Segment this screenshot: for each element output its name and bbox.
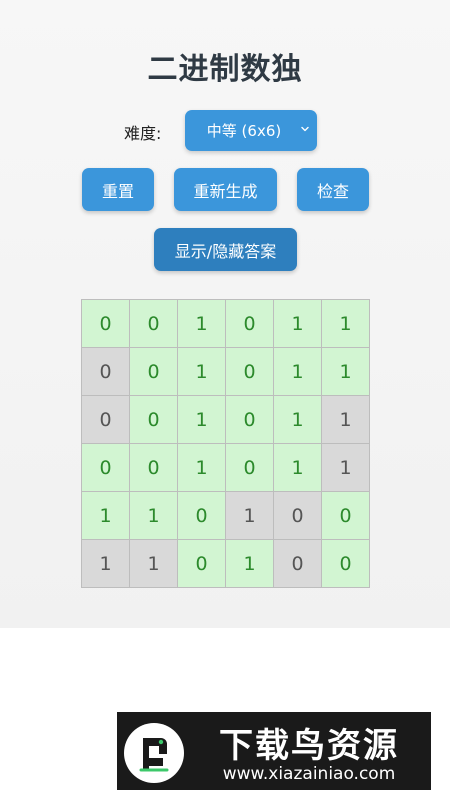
board-cell[interactable]: 1: [178, 444, 226, 492]
board-cell[interactable]: 1: [274, 348, 322, 396]
toggle-answer-button[interactable]: 显示/隐藏答案: [154, 228, 297, 271]
board-cell-fixed: 1: [130, 540, 178, 588]
sudoku-board: 001011001011001011001011110100110100: [81, 299, 370, 588]
board-cell[interactable]: 0: [130, 348, 178, 396]
board-cell-fixed: 1: [322, 396, 370, 444]
board-cell-fixed: 1: [322, 444, 370, 492]
board-cell[interactable]: 1: [274, 396, 322, 444]
board-cell[interactable]: 0: [178, 492, 226, 540]
difficulty-select[interactable]: 中等 (6x6): [185, 110, 317, 151]
board-cell[interactable]: 0: [322, 540, 370, 588]
check-button[interactable]: 检查: [297, 168, 369, 211]
board-cell[interactable]: 0: [178, 540, 226, 588]
page: 二进制数独 难度: 中等 (6x6) 重置 重新生成 检查 显示/隐藏答案 00…: [0, 0, 450, 800]
chevron-down-icon: [301, 126, 309, 132]
board-cell[interactable]: 1: [178, 396, 226, 444]
board-cell-fixed: 1: [82, 540, 130, 588]
board-cell[interactable]: 0: [226, 348, 274, 396]
regenerate-button[interactable]: 重新生成: [174, 168, 277, 211]
board-cell[interactable]: 0: [226, 300, 274, 348]
board-cell[interactable]: 1: [274, 444, 322, 492]
board-cell[interactable]: 0: [82, 444, 130, 492]
board-cell[interactable]: 1: [130, 492, 178, 540]
board-cell[interactable]: 0: [82, 300, 130, 348]
difficulty-row: 难度: 中等 (6x6): [0, 110, 450, 152]
difficulty-selected-value: 中等 (6x6): [206, 122, 282, 140]
board-cell[interactable]: 1: [322, 348, 370, 396]
board-cell[interactable]: 0: [130, 396, 178, 444]
bird-logo-icon: [124, 723, 184, 783]
board-cell-fixed: 0: [82, 348, 130, 396]
board-cell[interactable]: 1: [322, 300, 370, 348]
page-title: 二进制数独: [147, 52, 303, 87]
board-cell[interactable]: 1: [82, 492, 130, 540]
board-cell[interactable]: 1: [178, 300, 226, 348]
board-cell[interactable]: 0: [226, 396, 274, 444]
board-cell[interactable]: 1: [274, 300, 322, 348]
board-cell[interactable]: 0: [322, 492, 370, 540]
board-cell[interactable]: 0: [226, 444, 274, 492]
board-cell[interactable]: 0: [130, 300, 178, 348]
watermark-url: www.xiazainiao.com: [222, 764, 396, 784]
board-cell[interactable]: 0: [130, 444, 178, 492]
watermark-title: 下载鸟资源: [219, 726, 399, 766]
board-cell[interactable]: 1: [226, 540, 274, 588]
board-cell-fixed: 0: [274, 540, 322, 588]
board-cell-fixed: 0: [274, 492, 322, 540]
board-cell[interactable]: 1: [178, 348, 226, 396]
board-cell-fixed: 1: [226, 492, 274, 540]
game-screen: 二进制数独 难度: 中等 (6x6) 重置 重新生成 检查 显示/隐藏答案 00…: [0, 0, 450, 628]
reset-button[interactable]: 重置: [82, 168, 154, 211]
watermark-banner: 下载鸟资源 www.xiazainiao.com: [117, 712, 431, 790]
board-cell-fixed: 0: [82, 396, 130, 444]
difficulty-label: 难度:: [124, 124, 162, 143]
